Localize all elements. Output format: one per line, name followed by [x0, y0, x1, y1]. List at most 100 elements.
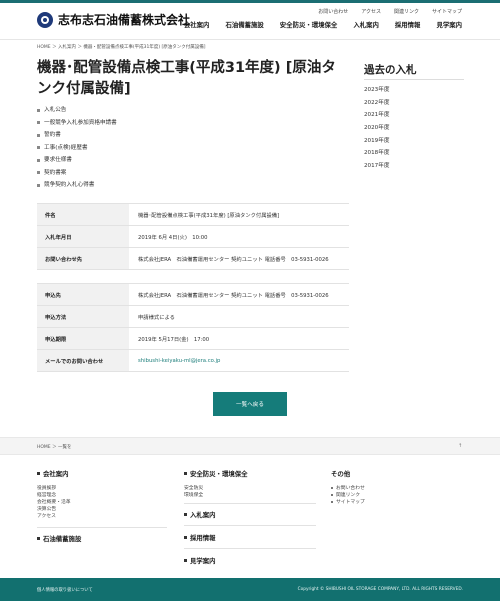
square-icon — [37, 472, 40, 475]
doc-link-qualification-form[interactable]: 一般競争入札参加資格申請書 — [37, 117, 117, 130]
footer-link[interactable]: 環境保全 — [184, 492, 248, 499]
doc-link-work-history[interactable]: 工事(点検)経歴書 — [37, 142, 117, 155]
row-value: 機器･配管設備点検工事(平成31年度) [原油タンク付属設備] — [129, 203, 349, 226]
year-link-2018[interactable]: 2018年度 — [364, 147, 389, 160]
utility-nav: お問い合わせ アクセス 関連リンク サイトマップ — [318, 8, 462, 15]
row-value: 株式会社JERA 石油備蓄運用センター 契約ユニット 電話番号 03-5931-… — [129, 283, 349, 306]
square-icon — [184, 559, 187, 562]
utility-link-sitemap[interactable]: サイトマップ — [432, 8, 462, 15]
doc-link-contract-draft[interactable]: 契約書案 — [37, 167, 117, 180]
footer-link[interactable]: 会社概要・沿革 — [37, 499, 71, 506]
row-key: 申込期限 — [37, 327, 129, 350]
utility-link-access[interactable]: アクセス — [361, 8, 381, 15]
header-divider — [0, 39, 500, 40]
doc-link-specification[interactable]: 要求仕様書 — [37, 154, 117, 167]
footer-link[interactable]: 安全防災 — [184, 485, 248, 492]
bullet-icon — [37, 133, 40, 137]
table-row: 申込期限 2019年 5月17日(金) 17:00 — [37, 327, 349, 350]
utility-link-contact[interactable]: お問い合わせ — [318, 8, 348, 15]
footer-col-other: その他 お問い合わせ 関連リンク サイトマップ — [331, 469, 365, 506]
year-link-2017[interactable]: 2017年度 — [364, 160, 389, 173]
footer-col-tour: 見学案内 — [184, 556, 216, 565]
square-icon — [184, 536, 187, 539]
email-link[interactable]: shibushi-keiyaku-ml@jera.co.jp — [129, 349, 349, 372]
application-info-table: 申込先 株式会社JERA 石油備蓄運用センター 契約ユニット 電話番号 03-59… — [37, 283, 349, 372]
footer-breadcrumb[interactable]: HOME ＞ 一覧を — [37, 444, 72, 450]
row-key: 入札年月日 — [37, 225, 129, 248]
year-list: 2023年度 2022年度 2021年度 2020年度 2019年度 2018年… — [364, 84, 389, 173]
doc-link-notice[interactable]: 入札公告 — [37, 104, 117, 117]
nav-item-safety[interactable]: 安全防災・環境保全 — [280, 20, 338, 29]
footer-col-recruit: 採用情報 — [184, 533, 216, 542]
square-icon — [37, 537, 40, 540]
footer-bar: 個人情報の取り扱いについて Copyright © SHIBUSHI OIL S… — [0, 578, 500, 601]
row-key: 申込先 — [37, 283, 129, 306]
nav-item-bidding[interactable]: 入札案内 — [353, 20, 379, 29]
footer-head-facilities[interactable]: 石油備蓄施設 — [37, 534, 81, 543]
doc-link-bidding-rules[interactable]: 競争契約入札心得書 — [37, 179, 117, 192]
company-emblem-icon — [37, 11, 53, 28]
nav-item-recruit[interactable]: 採用情報 — [395, 20, 421, 29]
row-key: 件名 — [37, 203, 129, 226]
footer-head-company[interactable]: 会社案内 — [37, 469, 71, 478]
footer-link[interactable]: 関連リンク — [331, 492, 365, 499]
main-nav: 会社案内 石油備蓄施設 安全防災・環境保全 入札案内 採用情報 見学案内 — [184, 20, 462, 29]
page-top-icon[interactable]: ↑ — [458, 443, 462, 449]
square-icon — [184, 472, 187, 475]
table-row: お問い合わせ先 株式会社JERA 石油備蓄運用センター 契約ユニット 電話番号 0… — [37, 247, 349, 270]
table-row: 件名 機器･配管設備点検工事(平成31年度) [原油タンク付属設備] — [37, 203, 349, 226]
footer-head-safety[interactable]: 安全防災・環境保全 — [184, 469, 248, 478]
bullet-icon — [331, 493, 333, 496]
site-logo[interactable]: 志布志石油備蓄株式会社 — [37, 11, 190, 28]
footer-link[interactable]: お問い合わせ — [331, 485, 365, 492]
bullet-icon — [37, 158, 40, 162]
footer-link[interactable]: 決算公告 — [37, 506, 71, 513]
footer-link[interactable]: 役員挨拶 — [37, 485, 71, 492]
bullet-icon — [331, 486, 333, 489]
year-link-2023[interactable]: 2023年度 — [364, 84, 389, 97]
footer-col-company: 会社案内 役員挨拶 経営理念 会社概要・沿革 決算公告 アクセス — [37, 469, 71, 520]
table-row: メールでのお問い合わせ shibushi-keiyaku-ml@jera.co.j… — [37, 349, 349, 372]
bullet-icon — [37, 183, 40, 187]
row-value: 株式会社JERA 石油備蓄運用センター 契約ユニット 電話番号 03-5931-… — [129, 247, 349, 270]
row-value: 2019年 6月 4日(火) 10:00 — [129, 225, 349, 248]
bullet-icon — [37, 146, 40, 150]
page-title: 機器･配管設備点検工事(平成31年度) [原油タンク付属設備] — [37, 60, 336, 97]
bullet-icon — [37, 121, 40, 125]
footer-breadcrumb-bar: HOME ＞ 一覧を ↑ — [0, 437, 500, 455]
breadcrumb[interactable]: HOME ＞ 入札案内 ＞ 機器・配管設備点検工事(平成31年度) [原油タンク… — [37, 44, 206, 50]
top-accent-line — [0, 0, 500, 3]
footer-divider — [184, 525, 316, 526]
privacy-link[interactable]: 個人情報の取り扱いについて — [37, 587, 93, 593]
square-icon — [184, 513, 187, 516]
back-to-list-button[interactable]: 一覧へ戻る — [213, 392, 287, 416]
footer-divider — [184, 548, 316, 549]
footer-head-bidding[interactable]: 入札案内 — [184, 510, 216, 519]
footer-col-safety: 安全防災・環境保全 安全防災 環境保全 — [184, 469, 248, 499]
bullet-icon — [37, 108, 40, 112]
table-row: 申込先 株式会社JERA 石油備蓄運用センター 契約ユニット 電話番号 03-59… — [37, 283, 349, 306]
row-value: 2019年 5月17日(金) 17:00 — [129, 327, 349, 350]
sidebar-divider — [364, 79, 464, 80]
nav-item-tour[interactable]: 見学案内 — [436, 20, 462, 29]
footer-head-other: その他 — [331, 470, 351, 478]
footer-divider — [184, 503, 316, 504]
logo-text: 志布志石油備蓄株式会社 — [58, 13, 191, 27]
footer-head-recruit[interactable]: 採用情報 — [184, 533, 216, 542]
footer-col-bidding: 入札案内 — [184, 510, 216, 519]
footer-head-tour[interactable]: 見学案内 — [184, 556, 216, 565]
year-link-2020[interactable]: 2020年度 — [364, 122, 389, 135]
row-key: メールでのお問い合わせ — [37, 349, 129, 372]
footer-link[interactable]: 経営理念 — [37, 492, 71, 499]
copyright: Copyright © SHIBUSHI OIL STORAGE COMPANY… — [297, 587, 463, 592]
footer-link[interactable]: アクセス — [37, 513, 71, 520]
year-link-2021[interactable]: 2021年度 — [364, 109, 389, 122]
nav-item-facilities[interactable]: 石油備蓄施設 — [225, 20, 263, 29]
year-link-2022[interactable]: 2022年度 — [364, 97, 389, 110]
table-row: 申込方法 申請様式による — [37, 305, 349, 328]
year-link-2019[interactable]: 2019年度 — [364, 135, 389, 148]
footer-link[interactable]: サイトマップ — [331, 499, 365, 506]
utility-link-related[interactable]: 関連リンク — [394, 8, 419, 15]
doc-link-pledge[interactable]: 誓約書 — [37, 129, 117, 142]
nav-item-company[interactable]: 会社案内 — [184, 20, 210, 29]
